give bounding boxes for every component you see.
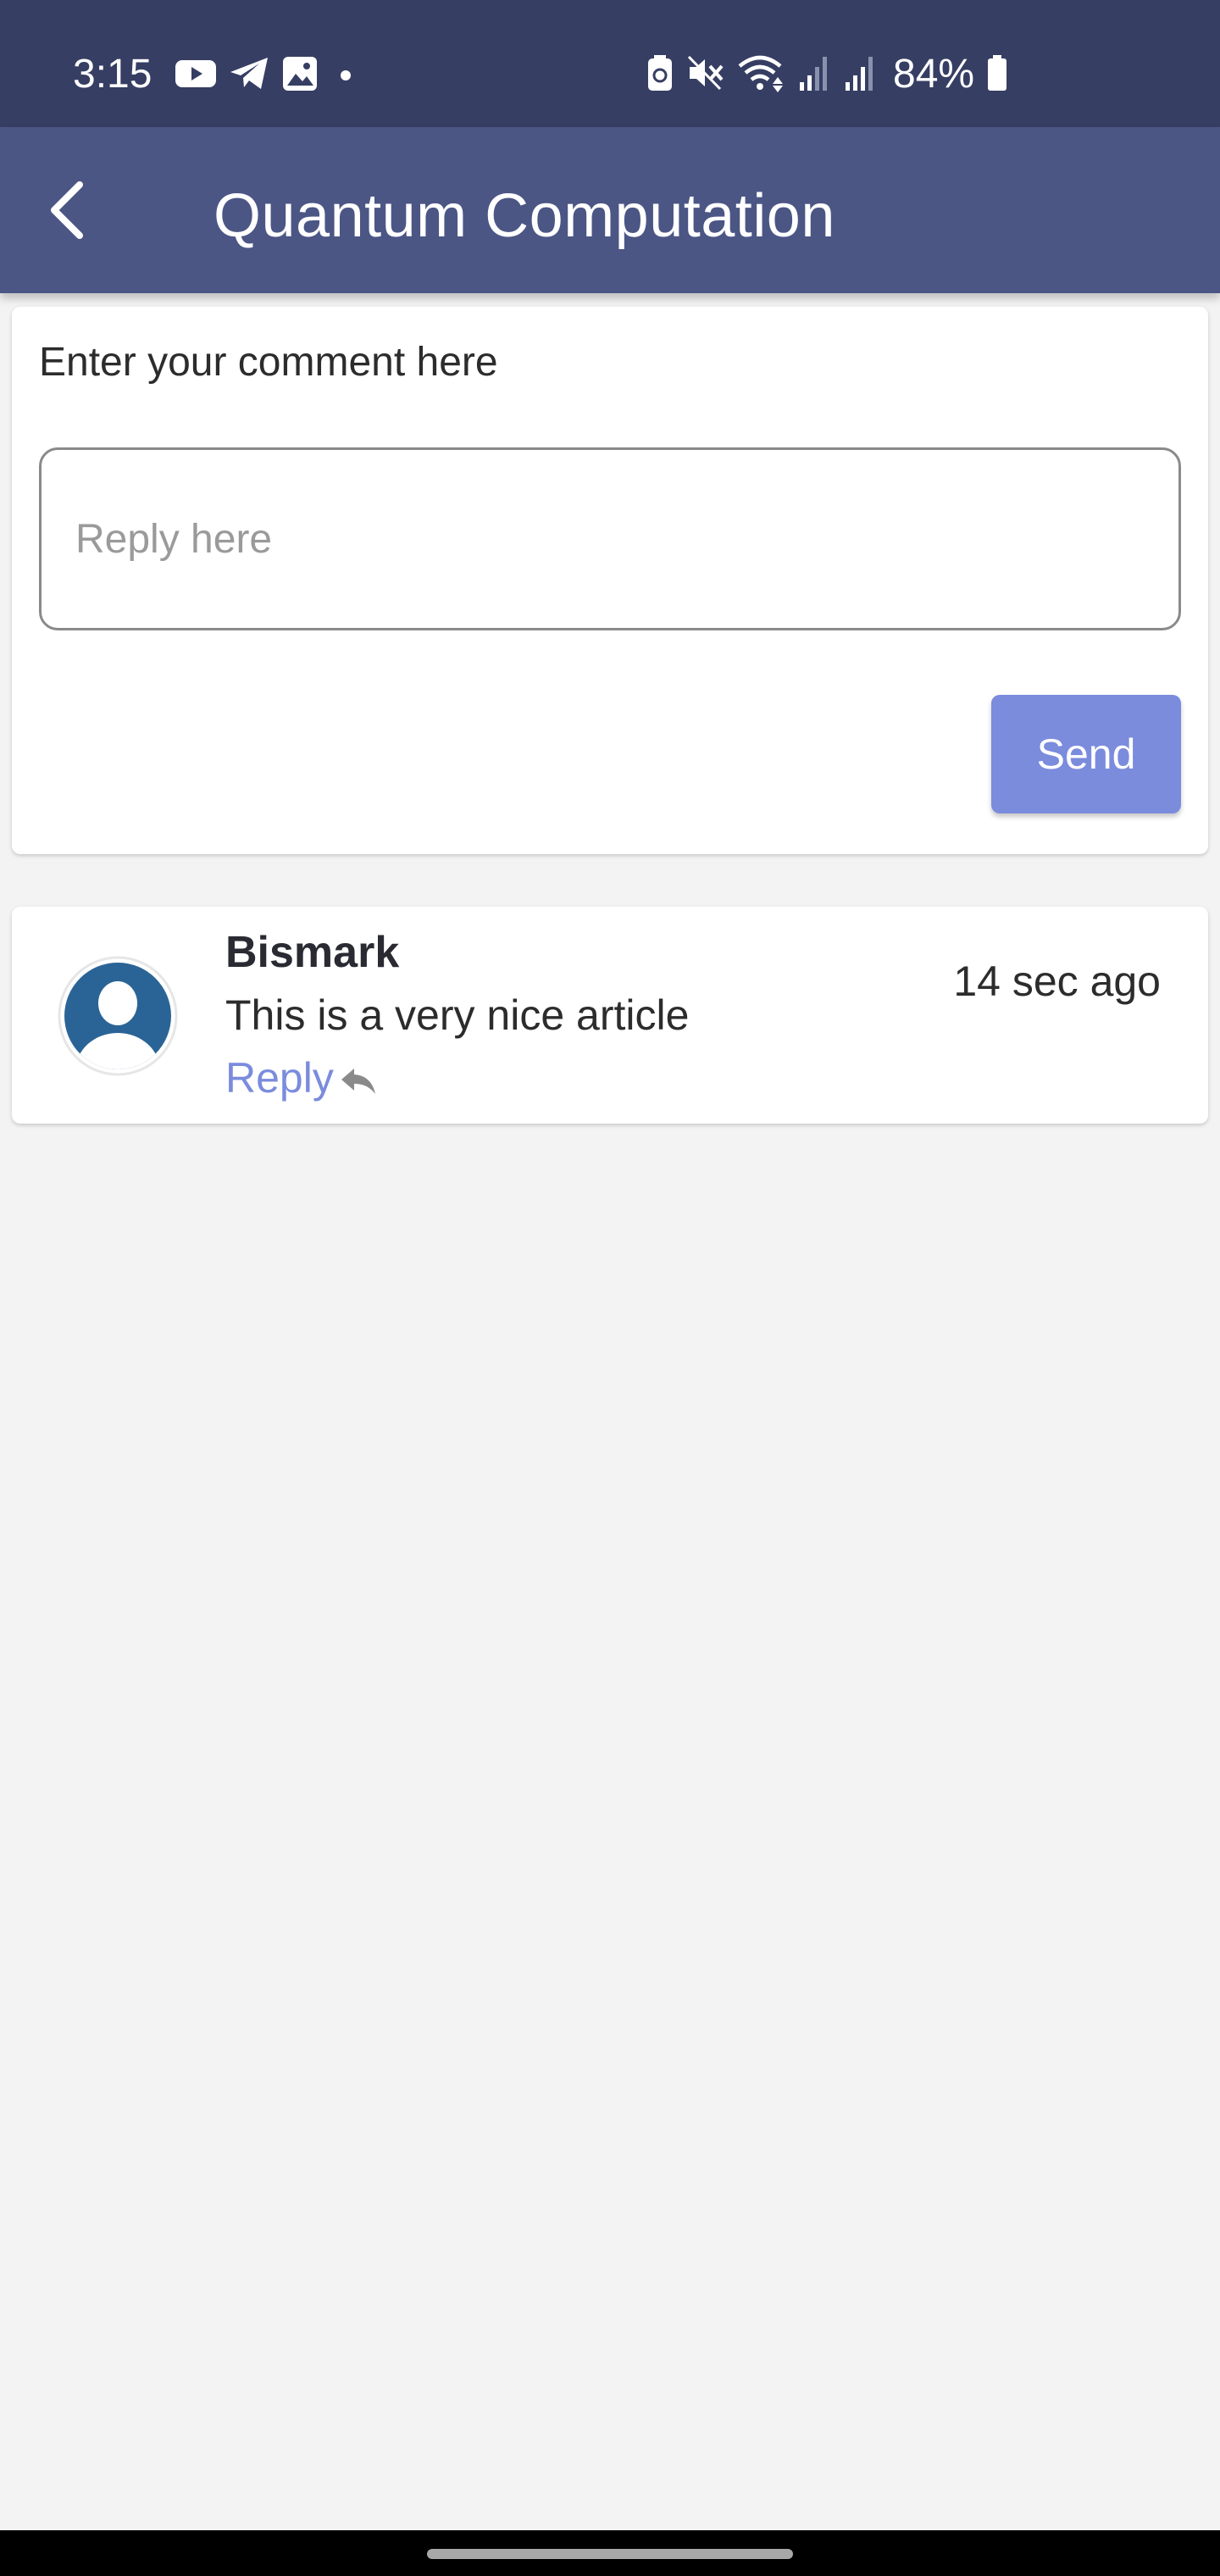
home-gesture-handle[interactable] xyxy=(427,2549,793,2559)
reply-link-label: Reply xyxy=(225,1054,334,1102)
comment-form-card: Enter your comment here Send xyxy=(12,307,1208,854)
signal-icon xyxy=(798,53,832,97)
comment-author: Bismark xyxy=(225,928,400,977)
back-button[interactable] xyxy=(34,171,102,249)
battery-percentage: 84% xyxy=(893,52,975,97)
comment-form-label: Enter your comment here xyxy=(39,340,498,385)
youtube-icon xyxy=(175,58,217,94)
telegram-icon xyxy=(229,55,269,97)
app-bar: Quantum Computation xyxy=(0,127,1220,293)
mute-icon xyxy=(686,53,725,97)
status-bar: 3:15 84% xyxy=(0,0,1220,127)
comment-item: Bismark This is a very nice article 14 s… xyxy=(12,907,1208,1124)
system-icons: 84% xyxy=(646,51,1008,98)
reply-arrow-icon xyxy=(339,1065,378,1100)
wifi-icon xyxy=(737,53,786,97)
battery-icon xyxy=(986,53,1008,97)
user-avatar-icon xyxy=(58,956,178,1076)
gallery-icon xyxy=(281,55,319,97)
send-button[interactable]: Send xyxy=(991,695,1181,813)
comment-timestamp: 14 sec ago xyxy=(953,958,1161,1005)
system-nav-bar xyxy=(0,2530,1220,2576)
status-time: 3:15 xyxy=(73,52,152,97)
signal-icon xyxy=(844,53,878,97)
dot-icon xyxy=(330,55,356,97)
battery-saver-icon xyxy=(646,53,674,97)
reply-input[interactable] xyxy=(39,447,1181,630)
reply-link[interactable]: Reply xyxy=(225,1051,378,1105)
chevron-left-icon xyxy=(51,181,83,239)
comment-text: This is a very nice article xyxy=(225,991,690,1039)
page-title: Quantum Computation xyxy=(214,182,835,250)
notification-icons xyxy=(175,54,356,97)
